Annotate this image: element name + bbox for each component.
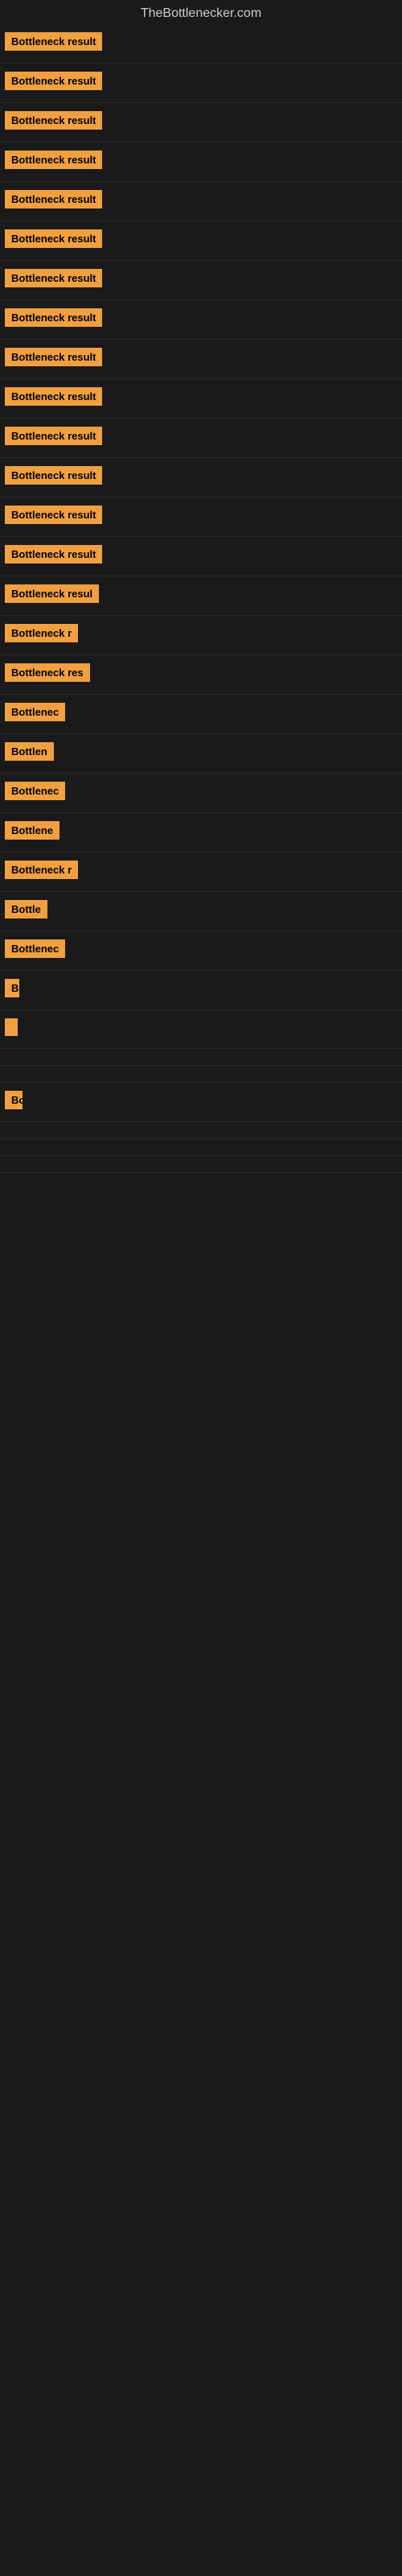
bottleneck-result-bar[interactable]: Bottle [5, 900, 47, 919]
list-item: Bottlenec [0, 774, 402, 813]
list-item: Bo [0, 1083, 402, 1122]
bottleneck-result-bar[interactable]: Bottleneck result [5, 269, 102, 287]
bottleneck-result-bar[interactable]: B [5, 979, 19, 997]
list-item: Bottleneck result [0, 497, 402, 537]
bottleneck-result-bar[interactable] [5, 1018, 18, 1036]
list-item: B [0, 971, 402, 1010]
bottleneck-result-bar[interactable]: Bottlen [5, 742, 54, 761]
list-item [0, 1122, 402, 1139]
bottleneck-result-bar[interactable]: Bottleneck resul [5, 584, 99, 603]
bottleneck-result-bar[interactable]: Bottleneck result [5, 111, 102, 130]
list-item: Bottle [0, 892, 402, 931]
list-item: Bottleneck r [0, 616, 402, 655]
bottleneck-result-bar[interactable]: Bottleneck r [5, 861, 78, 879]
list-item: Bottleneck res [0, 655, 402, 695]
bottleneck-result-bar[interactable]: Bottleneck result [5, 348, 102, 366]
list-item [0, 1139, 402, 1156]
list-item: Bottlenec [0, 695, 402, 734]
list-item: Bottleneck result [0, 340, 402, 379]
list-item: Bottleneck result [0, 182, 402, 221]
list-item: Bottleneck result [0, 103, 402, 142]
list-item: Bottleneck result [0, 142, 402, 182]
list-item: Bottlenec [0, 931, 402, 971]
list-item: Bottlen [0, 734, 402, 774]
bottleneck-result-bar[interactable]: Bottlenec [5, 703, 65, 721]
list-item: Bottleneck result [0, 419, 402, 458]
bottleneck-result-bar[interactable]: Bottleneck result [5, 32, 102, 51]
bottleneck-result-bar[interactable]: Bottleneck result [5, 72, 102, 90]
list-item: Bottleneck result [0, 261, 402, 300]
list-item: Bottleneck result [0, 221, 402, 261]
bottleneck-result-bar[interactable]: Bottleneck result [5, 427, 102, 445]
bottleneck-result-bar[interactable]: Bottleneck res [5, 663, 90, 682]
bottleneck-result-bar[interactable]: Bottleneck result [5, 506, 102, 524]
list-item: Bottleneck r [0, 852, 402, 892]
bottleneck-result-bar[interactable]: Bottlene [5, 821, 59, 840]
list-item [0, 1066, 402, 1083]
list-item: Bottleneck result [0, 537, 402, 576]
bottleneck-result-bar[interactable]: Bo [5, 1091, 23, 1109]
bottleneck-result-bar[interactable]: Bottleneck result [5, 308, 102, 327]
bottleneck-result-bar[interactable]: Bottlenec [5, 782, 65, 800]
list-item [0, 1010, 402, 1049]
bottleneck-result-bar[interactable]: Bottleneck result [5, 229, 102, 248]
list-item: Bottleneck resul [0, 576, 402, 616]
bottleneck-result-bar[interactable]: Bottleneck result [5, 545, 102, 564]
list-item [0, 1156, 402, 1173]
list-item: Bottleneck result [0, 64, 402, 103]
list-item: Bottleneck result [0, 379, 402, 419]
bottleneck-result-bar[interactable]: Bottleneck result [5, 387, 102, 406]
bottleneck-result-bar[interactable]: Bottleneck result [5, 466, 102, 485]
list-item: Bottlene [0, 813, 402, 852]
bottleneck-result-bar[interactable]: Bottleneck r [5, 624, 78, 642]
list-item: Bottleneck result [0, 458, 402, 497]
bottleneck-result-bar[interactable]: Bottleneck result [5, 151, 102, 169]
list-item: Bottleneck result [0, 24, 402, 64]
bottleneck-result-bar[interactable]: Bottlenec [5, 939, 65, 958]
list-item: Bottleneck result [0, 300, 402, 340]
list-item [0, 1049, 402, 1066]
bottleneck-result-bar[interactable]: Bottleneck result [5, 190, 102, 208]
site-title: TheBottlenecker.com [0, 0, 402, 24]
